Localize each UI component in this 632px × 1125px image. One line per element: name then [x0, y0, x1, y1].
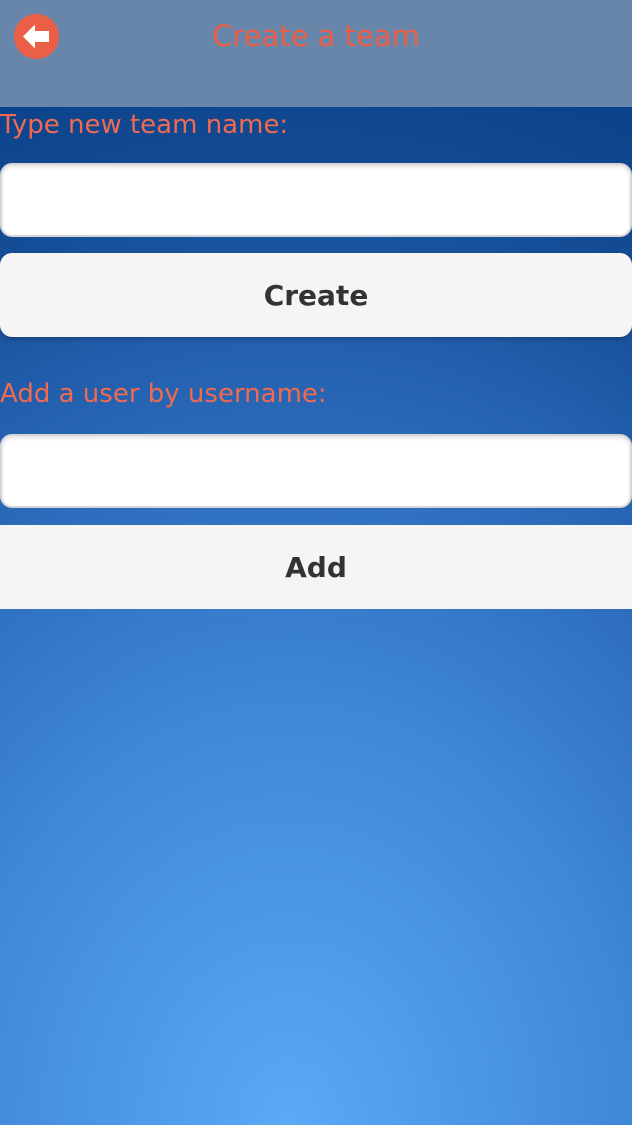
team-name-input[interactable] [0, 163, 632, 237]
team-name-label: Type new team name: [0, 110, 289, 140]
add-button[interactable]: Add [0, 525, 632, 609]
page-title: Create a team [212, 19, 420, 53]
username-label: Add a user by username: [0, 379, 327, 409]
header-bar: Create a team [0, 0, 632, 107]
username-input[interactable] [0, 434, 632, 508]
create-button[interactable]: Create [0, 253, 632, 337]
